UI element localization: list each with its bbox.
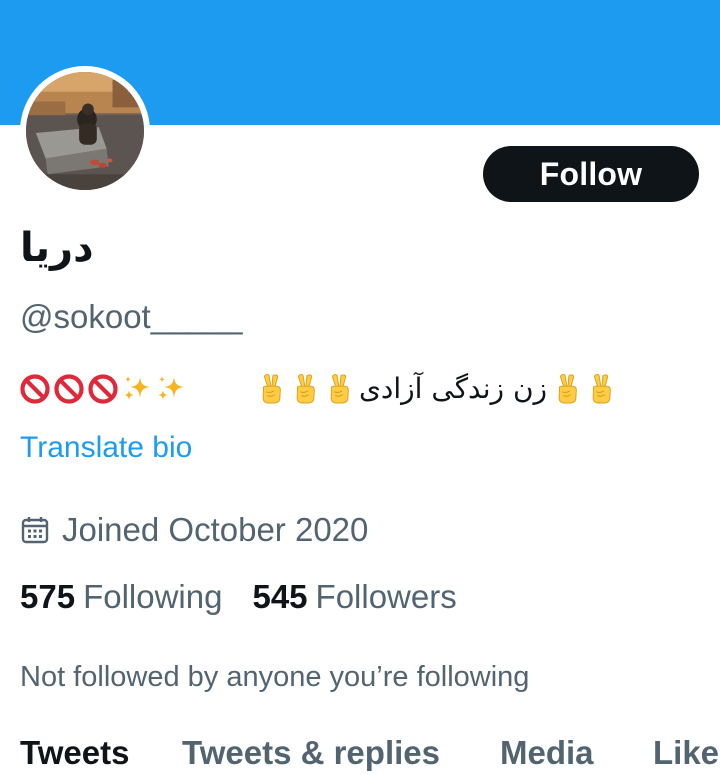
sparkles-icon — [156, 374, 186, 404]
profile-display-name: دریا — [20, 225, 94, 271]
profile-tabs: Tweets Tweets & replies Media Likes — [0, 730, 720, 775]
joined-date: Joined October 2020 — [20, 508, 368, 552]
victory-hand-icon — [587, 373, 615, 405]
joined-text: Joined October 2020 — [62, 511, 369, 548]
follow-stats: 575 Following 545 Followers — [20, 575, 487, 619]
following-label: Following — [83, 578, 223, 615]
followers-link[interactable]: 545 Followers — [252, 575, 456, 619]
bio-phrase: زن زندگی آزادی — [359, 372, 548, 405]
following-count: 575 — [20, 578, 76, 615]
tab-tweets-replies[interactable]: Tweets & replies — [182, 730, 440, 775]
bio-emoji-group — [20, 363, 186, 415]
profile-page: Follow دریا @sokoot_____ زن زندگی آزادی … — [0, 0, 720, 775]
prohibited-icon — [88, 374, 118, 404]
profile-bio: زن زندگی آزادی — [20, 363, 680, 415]
profile-handle: @sokoot_____ — [20, 298, 243, 335]
victory-hand-icon — [257, 373, 285, 405]
victory-hand-icon — [325, 373, 353, 405]
followers-count: 545 — [252, 578, 308, 615]
tab-likes[interactable]: Likes — [653, 730, 720, 775]
profile-avatar[interactable] — [20, 66, 150, 196]
sparkles-icon — [122, 374, 152, 404]
victory-hand-icon — [291, 373, 319, 405]
followers-label: Followers — [315, 578, 457, 615]
bio-phrase-group: زن زندگی آزادی — [257, 363, 680, 415]
victory-hand-icon — [553, 373, 581, 405]
avatar-photo — [26, 72, 144, 190]
following-link[interactable]: 575 Following — [20, 575, 222, 619]
calendar-icon — [21, 517, 49, 544]
tab-media[interactable]: Media — [500, 730, 594, 775]
follow-button[interactable]: Follow — [483, 146, 699, 202]
tab-tweets[interactable]: Tweets — [20, 730, 129, 775]
avatar-image — [26, 72, 144, 190]
social-context-text: Not followed by anyone you’re following — [20, 661, 530, 693]
translate-bio-link[interactable]: Translate bio — [20, 428, 192, 468]
prohibited-icon — [20, 374, 50, 404]
prohibited-icon — [54, 374, 84, 404]
